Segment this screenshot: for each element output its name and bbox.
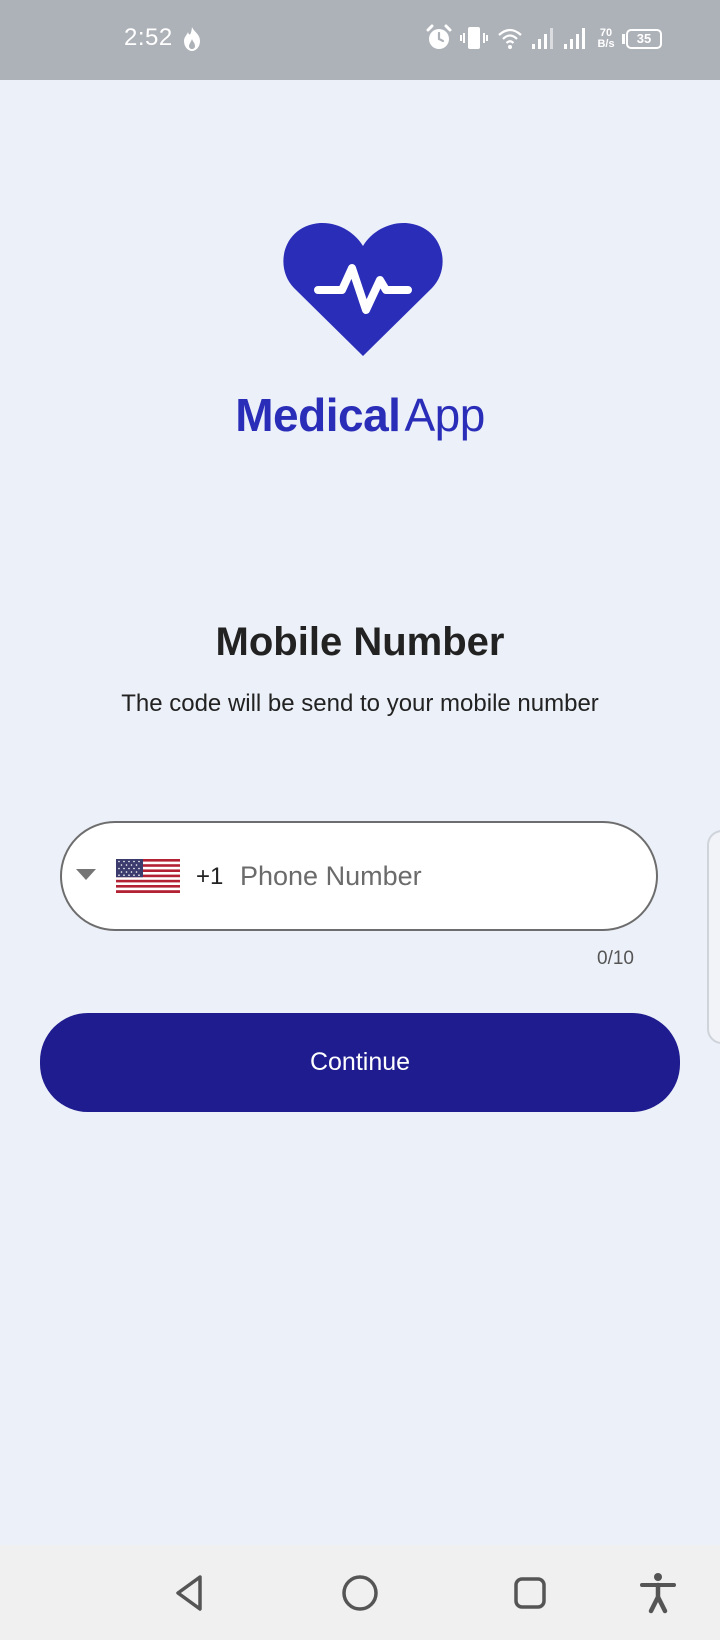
brand-name-bold: Medical bbox=[235, 389, 401, 441]
signal-icon bbox=[564, 28, 585, 49]
continue-button[interactable]: Continue bbox=[40, 1013, 680, 1112]
status-time: 2:52 bbox=[124, 24, 173, 51]
accessibility-icon[interactable] bbox=[636, 1571, 680, 1615]
character-counter: 0/10 bbox=[597, 948, 634, 969]
page-title: Mobile Number bbox=[215, 620, 505, 664]
brand-name-light: App bbox=[404, 389, 485, 441]
signal-icon bbox=[532, 28, 553, 49]
brand-name: MedicalApp bbox=[0, 388, 720, 442]
wifi-icon bbox=[498, 28, 522, 49]
country-dropdown-icon[interactable] bbox=[76, 869, 96, 881]
side-panel-handle[interactable] bbox=[707, 830, 720, 1044]
dial-code[interactable]: +1 bbox=[196, 863, 223, 891]
page-subtitle: The code will be send to your mobile num… bbox=[121, 690, 599, 717]
battery-tip bbox=[622, 34, 625, 44]
net-speed: 70 B/s bbox=[594, 28, 618, 50]
back-icon[interactable] bbox=[168, 1571, 212, 1615]
vibrate-icon bbox=[460, 27, 488, 49]
home-icon[interactable] bbox=[338, 1571, 382, 1615]
alarm-icon bbox=[426, 24, 452, 49]
status-icons: 70 B/s 35 bbox=[426, 24, 686, 56]
phone-number-field[interactable]: +1 bbox=[60, 821, 658, 931]
us-flag-icon[interactable] bbox=[116, 859, 180, 893]
flame-icon bbox=[184, 27, 200, 51]
recents-icon[interactable] bbox=[508, 1571, 552, 1615]
system-nav-bar bbox=[0, 1545, 720, 1640]
net-speed-unit: B/s bbox=[597, 38, 615, 50]
status-bar: 2:52 70 B/s 35 bbox=[0, 0, 720, 80]
battery-icon: 35 bbox=[626, 29, 662, 49]
phone-number-input[interactable] bbox=[240, 851, 630, 901]
heart-pulse-logo-icon bbox=[283, 222, 443, 356]
